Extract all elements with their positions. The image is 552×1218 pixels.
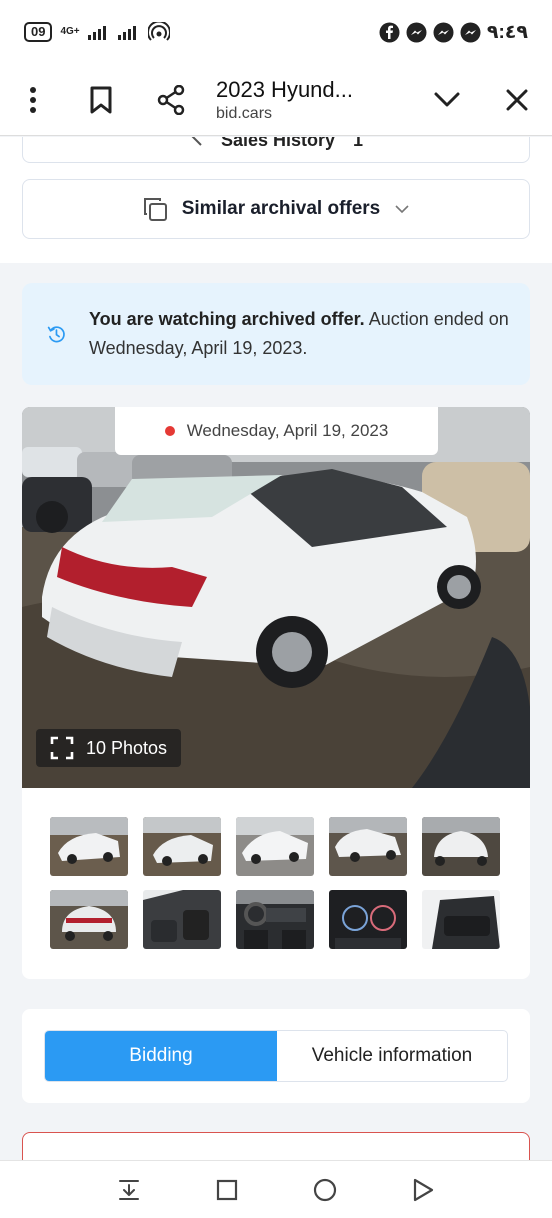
circle-icon xyxy=(313,1178,337,1201)
battery-indicator: 09 xyxy=(24,22,53,42)
thumbnail-3[interactable] xyxy=(236,817,314,876)
status-left: 09 4G+ xyxy=(24,22,170,42)
messenger-icon-2 xyxy=(433,22,454,42)
chevron-down-icon xyxy=(434,92,460,106)
home-button[interactable] xyxy=(305,1170,345,1210)
close-icon xyxy=(506,89,528,110)
thumbnail-image xyxy=(143,890,221,949)
alert-card xyxy=(22,1132,530,1160)
triangle-icon xyxy=(413,1178,434,1201)
thumbnail-image xyxy=(236,817,314,876)
square-icon xyxy=(216,1179,238,1200)
hide-keyboard-icon xyxy=(119,1179,139,1200)
thumbnail-4[interactable] xyxy=(329,817,407,876)
thumbnail-10[interactable] xyxy=(422,890,500,949)
thumbnail-9[interactable] xyxy=(329,890,407,949)
tabs: Bidding Vehicle information xyxy=(44,1030,508,1082)
similar-offers-label: Similar archival offers xyxy=(181,198,381,219)
recents-button[interactable] xyxy=(207,1170,247,1210)
hide-nav-button[interactable] xyxy=(109,1170,149,1210)
status-right: ٩:٤٩ xyxy=(379,21,528,44)
share-icon xyxy=(157,84,185,115)
fullscreen-icon xyxy=(50,736,74,760)
chevron-down-icon xyxy=(395,205,409,214)
thumbnail-image xyxy=(143,817,221,876)
thumbnail-image xyxy=(422,817,500,876)
thumbnail-6[interactable] xyxy=(50,890,128,949)
signal-icon-2 xyxy=(117,26,136,40)
tab-bidding[interactable]: Bidding xyxy=(45,1031,277,1081)
sales-history-label: Sales History xyxy=(220,137,336,150)
status-dot xyxy=(164,426,175,436)
thumbnail-image xyxy=(329,890,407,949)
archived-offer-notice: You are watching archived offer. Auction… xyxy=(22,283,530,385)
thumbnail-5[interactable] xyxy=(422,817,500,876)
photos-count-button[interactable]: 10 Photos xyxy=(36,729,182,767)
tab-vehicle-information[interactable]: Vehicle information xyxy=(277,1031,507,1081)
facebook-icon xyxy=(379,22,400,42)
page-title: 2023 Hyund... xyxy=(216,76,353,102)
network-type: 4G+ xyxy=(60,26,80,37)
expand-button[interactable] xyxy=(412,64,482,136)
thumbnail-2[interactable] xyxy=(143,817,221,876)
messenger-icon-3 xyxy=(460,22,481,42)
bookmark-icon xyxy=(90,86,112,113)
page-domain: bid.cars xyxy=(216,104,273,122)
close-button[interactable] xyxy=(482,64,552,136)
thumbnail-8[interactable] xyxy=(236,890,314,949)
thumbnail-image xyxy=(50,890,128,949)
archived-notice-bold: You are watching archived offer. xyxy=(88,309,365,329)
page-content: Sales History 1 Similar archival offers … xyxy=(0,137,552,1160)
thumbnail-image xyxy=(236,890,314,949)
thumbnail-1[interactable] xyxy=(50,817,128,876)
browser-toolbar: 2023 Hyund... bid.cars xyxy=(0,64,552,136)
thumbnail-image xyxy=(422,890,500,949)
auction-date-pill: Wednesday, April 19, 2023 xyxy=(115,407,438,455)
more-options-button[interactable] xyxy=(0,64,66,136)
sales-history-count: 1 xyxy=(353,137,364,150)
history-icon xyxy=(47,326,65,343)
hotspot-icon xyxy=(147,22,170,41)
status-bar: 09 4G+ ٩:٤٩ xyxy=(0,0,552,64)
back-button[interactable] xyxy=(403,1170,443,1210)
main-vehicle-photo[interactable]: Wednesday, April 19, 2023 10 Photos xyxy=(22,407,530,788)
tabs-card: Bidding Vehicle information xyxy=(22,1009,530,1103)
top-section: Sales History 1 Similar archival offers xyxy=(0,137,552,263)
auction-date: Wednesday, April 19, 2023 xyxy=(186,421,389,440)
similar-offers-button[interactable]: Similar archival offers xyxy=(22,179,530,239)
archived-notice-text: You are watching archived offer. Auction… xyxy=(89,305,510,363)
bookmark-button[interactable] xyxy=(66,64,136,136)
thumbnail-image xyxy=(329,817,407,876)
sales-history-button[interactable]: Sales History 1 xyxy=(22,137,530,163)
share-button[interactable] xyxy=(136,64,206,136)
more-vertical-icon xyxy=(30,86,36,113)
photos-count-label: 10 Photos xyxy=(86,737,168,758)
page-title-area[interactable]: 2023 Hyund... bid.cars xyxy=(206,77,412,123)
thumbnail-7[interactable] xyxy=(143,890,221,949)
thumbnail-image xyxy=(50,817,128,876)
chevron-icon xyxy=(191,137,202,146)
messenger-icon xyxy=(406,22,427,42)
system-nav-bar xyxy=(0,1160,552,1218)
photo-gallery-card: Wednesday, April 19, 2023 10 Photos xyxy=(22,407,530,979)
signal-icon xyxy=(87,26,106,40)
clock: ٩:٤٩ xyxy=(486,21,528,43)
copy-icon xyxy=(143,198,167,221)
